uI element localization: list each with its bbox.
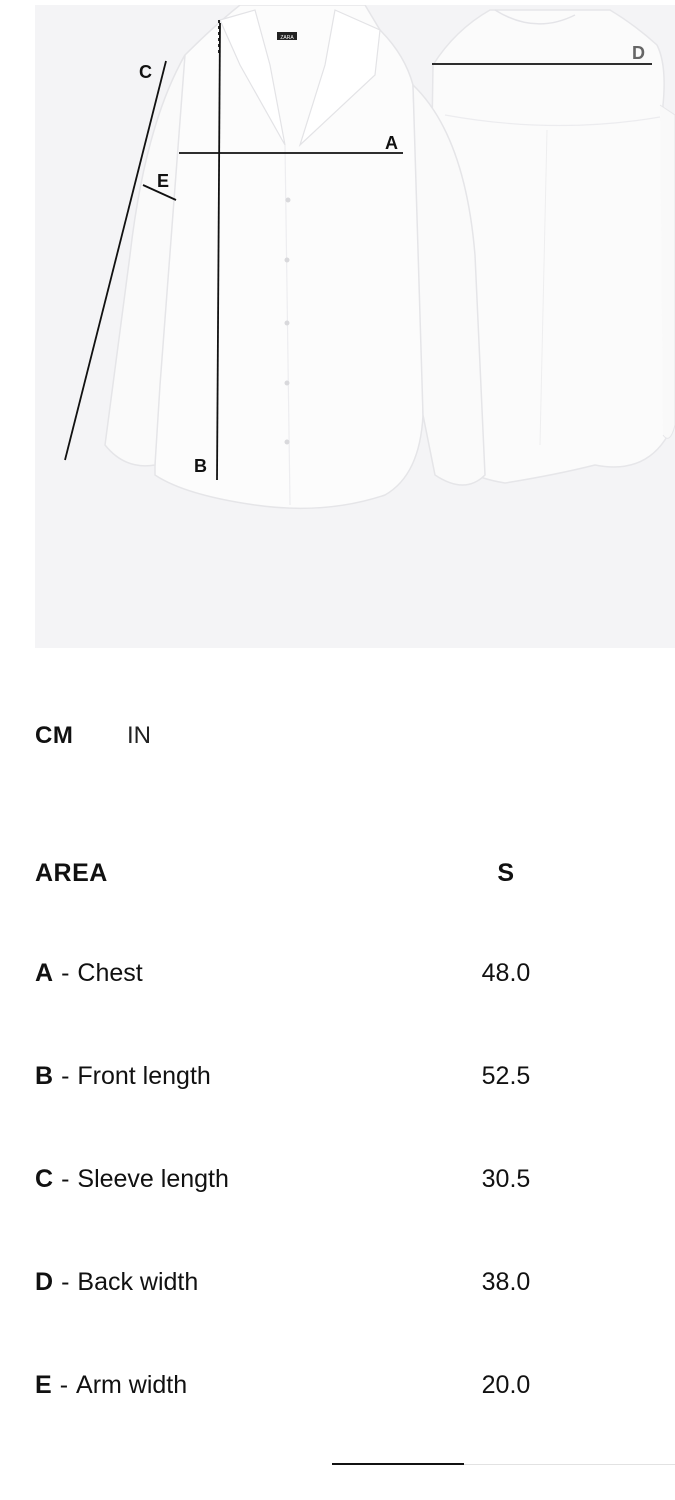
measurement-name: B - Front length <box>35 1062 211 1090</box>
unit-tab-cm[interactable]: CM <box>35 722 73 750</box>
shirt-button <box>284 320 290 326</box>
table-row: C - Sleeve length 30.5 <box>35 1165 635 1197</box>
measurement-value: 48.0 <box>481 959 531 987</box>
measurement-name: D - Back width <box>35 1268 199 1296</box>
measurement-name: A - Chest <box>35 959 143 987</box>
measurement-letter: E <box>35 1371 52 1399</box>
shirt-button <box>284 439 290 445</box>
size-column-header: S <box>497 859 515 887</box>
table-row: E - Arm width 20.0 <box>35 1371 635 1403</box>
measure-label-c: C <box>139 62 152 82</box>
measurement-letter: A <box>35 959 54 987</box>
shirt-front-illustration: ZARA <box>104 5 486 510</box>
shirt-measurement-illustration: ZARA A B C D E <box>64 5 675 510</box>
unit-tab-in[interactable]: IN <box>127 722 151 750</box>
measurement-value: 52.5 <box>481 1062 531 1090</box>
table-row: D - Back width 38.0 <box>35 1268 635 1300</box>
measurement-value: 20.0 <box>481 1371 531 1399</box>
table-row: B - Front length 52.5 <box>35 1062 635 1094</box>
svg-text:ZARA: ZARA <box>280 35 294 41</box>
measurement-value: 30.5 <box>481 1165 531 1193</box>
horizontal-scrollbar-thumb[interactable] <box>332 1463 464 1465</box>
shirt-button <box>284 257 290 263</box>
measurement-letter: D <box>35 1268 54 1296</box>
measurement-letter: B <box>35 1062 54 1090</box>
area-column-header: AREA <box>35 859 108 887</box>
shirt-button <box>285 197 291 203</box>
shirt-button <box>284 380 290 386</box>
table-row: A - Chest 48.0 <box>35 959 635 991</box>
measurement-letter: C <box>35 1165 54 1193</box>
size-table-header: AREA S <box>35 859 635 891</box>
measure-label-d: D <box>632 43 645 63</box>
measurement-name: E - Arm width <box>35 1371 188 1399</box>
measure-label-e: E <box>157 171 169 191</box>
measure-label-a: A <box>385 133 398 153</box>
size-guide-diagram: ZARA A B C D E <box>35 5 675 648</box>
measure-label-b: B <box>194 456 207 476</box>
measurement-name: C - Sleeve length <box>35 1165 229 1193</box>
measurement-value: 38.0 <box>481 1268 531 1296</box>
